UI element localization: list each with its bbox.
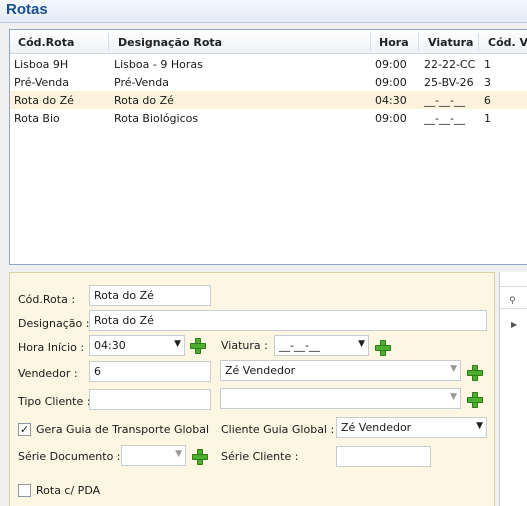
cell-cod-vendedor: 6 xyxy=(484,94,491,107)
cell-hora: 04:30 xyxy=(375,94,407,107)
chevron-down-icon[interactable]: ▼ xyxy=(358,339,365,349)
table-row[interactable]: Lisboa 9H Lisboa - 9 Horas 09:00 22-22-C… xyxy=(10,55,527,73)
cell-cod-vendedor: 1 xyxy=(484,112,491,125)
route-detail-panel: Cód.Rota : Rota do Zé Designação : Rota … xyxy=(9,272,495,506)
cell-cod-rota: Lisboa 9H xyxy=(14,58,69,71)
cell-viatura: 25-BV-26 xyxy=(424,76,474,89)
cell-hora: 09:00 xyxy=(375,112,407,125)
chevron-down-icon[interactable]: ▼ xyxy=(450,392,457,402)
cell-cod-rota: Pré-Venda xyxy=(14,76,69,89)
viatura-select[interactable]: __-__-__ ▼ xyxy=(274,335,369,356)
viatura-label: Viatura : xyxy=(221,339,268,352)
column-header-hora[interactable]: Hora xyxy=(379,36,409,49)
serie-documento-select[interactable]: ▼ xyxy=(121,445,186,466)
hora-inicio-label: Hora Início : xyxy=(18,341,85,354)
column-header-designacao[interactable]: Designação Rota xyxy=(118,36,222,49)
chevron-down-icon[interactable]: ▼ xyxy=(175,449,182,459)
pin-icon[interactable]: ⚲ xyxy=(509,296,516,306)
cell-designacao: Rota Biológicos xyxy=(114,112,199,125)
hora-inicio-value: 04:30 xyxy=(94,339,126,352)
gera-guia-label[interactable]: Gera Guia de Transporte Global xyxy=(36,423,209,436)
tipo-cliente-code-field[interactable] xyxy=(89,389,211,410)
cell-hora: 09:00 xyxy=(375,76,407,89)
vendedor-select[interactable]: Zé Vendedor ▼ xyxy=(220,360,461,381)
vendedor-name-value: Zé Vendedor xyxy=(225,364,296,377)
gera-guia-checkbox[interactable]: ✓ xyxy=(18,423,31,436)
cell-designacao: Pré-Venda xyxy=(114,76,169,89)
tipo-cliente-label: Tipo Cliente : xyxy=(18,395,91,408)
column-separator[interactable] xyxy=(418,33,419,51)
side-divider xyxy=(500,308,527,309)
table-row-selected[interactable]: Rota do Zé Rota do Zé 04:30 __-__-__ 6 xyxy=(10,91,527,109)
title-bar: Rotas xyxy=(0,0,527,23)
vendedor-code-field[interactable]: 6 xyxy=(89,361,211,382)
cod-rota-field[interactable]: Rota do Zé xyxy=(89,285,211,306)
cell-viatura: __-__-__ xyxy=(424,94,465,107)
add-tipo-cliente-plus-icon[interactable] xyxy=(467,392,483,408)
cod-rota-label: Cód.Rota : xyxy=(18,293,76,306)
routes-grid[interactable]: Cód.Rota Designação Rota Hora Viatura Có… xyxy=(9,29,527,265)
table-row[interactable]: Pré-Venda Pré-Venda 09:00 25-BV-26 3 xyxy=(10,73,527,91)
column-separator[interactable] xyxy=(370,33,371,51)
rota-pda-label[interactable]: Rota c/ PDA xyxy=(36,484,100,497)
cell-viatura: 22-22-CC xyxy=(424,58,476,71)
column-header-viatura[interactable]: Viatura xyxy=(428,36,473,49)
tipo-cliente-select[interactable]: ▼ xyxy=(220,388,461,409)
column-separator[interactable] xyxy=(478,33,479,51)
cliente-guia-select[interactable]: Zé Vendedor ▼ xyxy=(336,417,487,438)
chevron-down-icon[interactable]: ▼ xyxy=(174,339,181,349)
hora-inicio-picker[interactable]: 04:30 ▼ xyxy=(89,335,185,356)
add-serie-documento-plus-icon[interactable] xyxy=(192,449,208,465)
grid-header: Cód.Rota Designação Rota Hora Viatura Có… xyxy=(10,30,527,54)
add-viatura-plus-icon[interactable] xyxy=(375,340,391,356)
cell-viatura: __-__-__ xyxy=(424,112,465,125)
cell-cod-vendedor: 1 xyxy=(484,58,491,71)
column-header-cod-vendedor[interactable]: Cód. Ve xyxy=(488,36,527,49)
chevron-down-icon[interactable]: ▼ xyxy=(476,421,483,431)
cell-hora: 09:00 xyxy=(375,58,407,71)
column-separator[interactable] xyxy=(108,33,109,51)
vendedor-label: Vendedor : xyxy=(18,367,78,380)
window-title: Rotas xyxy=(6,1,48,18)
designacao-field[interactable]: Rota do Zé xyxy=(89,310,487,331)
add-hora-plus-icon[interactable] xyxy=(190,338,206,354)
chevron-down-icon[interactable]: ▼ xyxy=(450,364,457,374)
cell-cod-rota: Rota Bio xyxy=(14,112,60,125)
cell-cod-rota: Rota do Zé xyxy=(14,94,74,107)
serie-documento-label: Série Documento : xyxy=(18,450,121,463)
column-header-cod-rota[interactable]: Cód.Rota xyxy=(18,36,74,49)
side-divider xyxy=(500,286,527,287)
cell-cod-vendedor: 3 xyxy=(484,76,491,89)
cliente-guia-label: Cliente Guia Global : xyxy=(221,423,335,436)
table-row[interactable]: Rota Bio Rota Biológicos 09:00 __-__-__ … xyxy=(10,109,527,127)
add-vendedor-plus-icon[interactable] xyxy=(467,365,483,381)
serie-cliente-field[interactable] xyxy=(336,446,431,467)
designacao-label: Designação : xyxy=(18,317,90,330)
cliente-guia-value: Zé Vendedor xyxy=(341,421,412,434)
serie-cliente-label: Série Cliente : xyxy=(221,450,299,463)
cell-designacao: Lisboa - 9 Horas xyxy=(114,58,203,71)
rota-pda-checkbox[interactable] xyxy=(18,484,31,497)
cell-designacao: Rota do Zé xyxy=(114,94,174,107)
side-panel: ⚲ ▶ xyxy=(499,272,527,506)
expand-arrow-icon[interactable]: ▶ xyxy=(511,320,517,329)
viatura-value: __-__-__ xyxy=(279,339,320,352)
